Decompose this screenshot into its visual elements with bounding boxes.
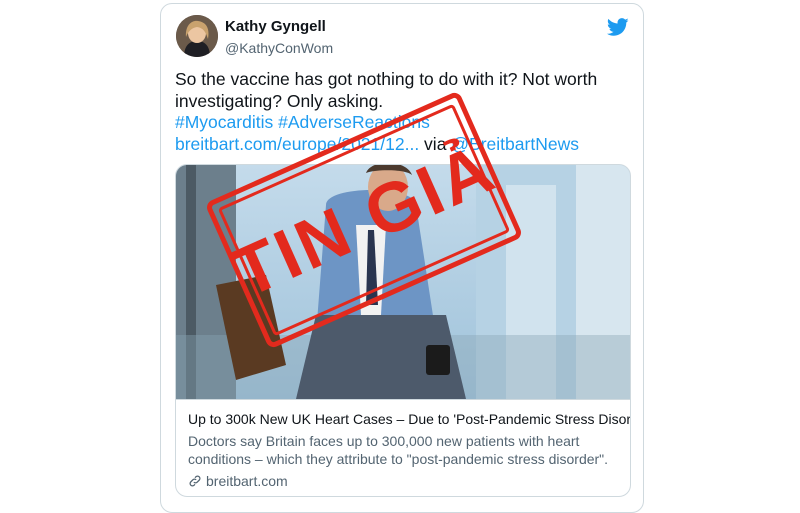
card-title[interactable]: Up to 300k New UK Heart Cases – Due to '… xyxy=(188,410,630,429)
author-handle[interactable]: @KathyConWom xyxy=(225,39,333,58)
card-domain-text: breitbart.com xyxy=(206,473,288,489)
card-description: Doctors say Britain faces up to 300,000 … xyxy=(188,433,609,467)
tweet-text-line: investigating? Only asking. xyxy=(175,90,384,111)
twitter-bird-icon[interactable] xyxy=(607,16,629,38)
card-body[interactable]: Up to 300k New UK Heart Cases – Due to '… xyxy=(176,399,630,490)
link-icon xyxy=(189,475,201,487)
author-name[interactable]: Kathy Gyngell xyxy=(225,17,333,36)
card-domain[interactable]: breitbart.com xyxy=(188,472,618,490)
tweet-text-line: So the vaccine has got nothing to do wit… xyxy=(175,69,598,89)
hashtag-myocarditis[interactable]: #Myocarditis xyxy=(175,112,273,132)
author-block[interactable]: Kathy Gyngell @KathyConWom xyxy=(225,17,333,58)
avatar[interactable] xyxy=(176,15,218,57)
avatar-photo xyxy=(176,15,218,57)
